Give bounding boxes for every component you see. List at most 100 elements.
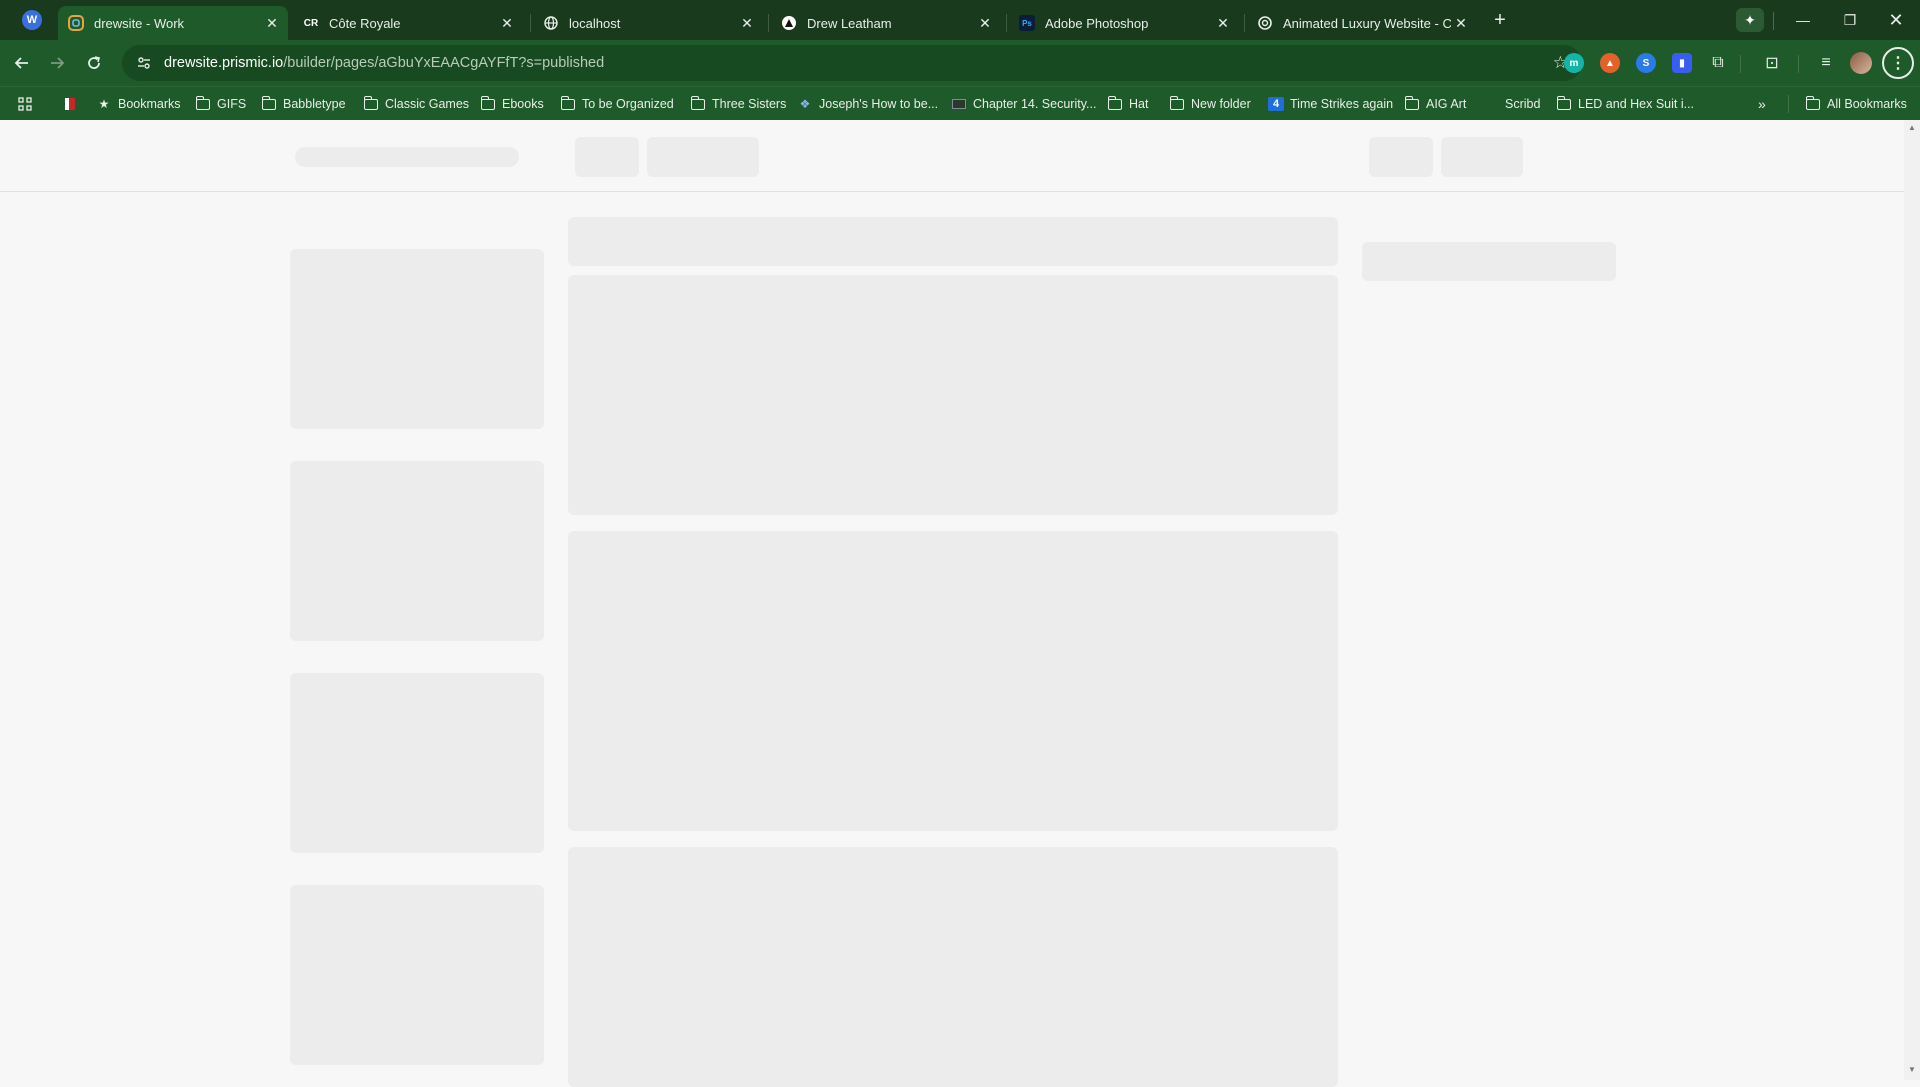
vertical-scrollbar[interactable]: ▲ ▼ (1904, 120, 1920, 1080)
tab-separator (768, 14, 769, 32)
bookmark-josephs[interactable]: ❖ Joseph's How to be... (797, 94, 939, 114)
close-window-button[interactable]: ✕ (1873, 6, 1919, 34)
folder-icon (363, 95, 378, 110)
close-tab-icon[interactable]: ✕ (1451, 13, 1471, 33)
tab-cote-royale[interactable]: CR Côte Royale ✕ (293, 6, 523, 40)
cr-logo-icon: CR (303, 17, 319, 29)
skeleton-sidebar-field (1362, 242, 1616, 281)
scroll-up-icon[interactable]: ▲ (1908, 124, 1916, 132)
bookmark-label: Babbletype (283, 97, 346, 111)
bookmark-ebooks[interactable]: Ebooks (480, 94, 544, 114)
folder-icon (261, 95, 276, 110)
tab-title: Côte Royale (329, 15, 401, 31)
triangle-logo-icon (781, 15, 797, 31)
bookmark-label: Classic Games (385, 97, 470, 111)
globe-icon (543, 15, 559, 31)
minimize-button[interactable]: — (1780, 6, 1826, 34)
folder-icon (480, 95, 495, 110)
skeleton-title (295, 147, 519, 167)
bookmark-led-hex[interactable]: LED and Hex Suit i... (1556, 94, 1694, 114)
reload-icon (88, 56, 100, 69)
profile-badge[interactable]: W (22, 10, 42, 30)
extension-bookmark-icon[interactable]: ▮ (1672, 53, 1692, 73)
extensions-puzzle-icon[interactable]: ⧉ (1706, 51, 1730, 75)
reload-button[interactable] (80, 49, 108, 77)
skeleton-thumbnail (290, 885, 544, 1065)
separator (1798, 55, 1799, 73)
bookmark-classic-games[interactable]: Classic Games (363, 94, 470, 114)
tab-localhost[interactable]: localhost ✕ (533, 6, 763, 40)
folder-icon (1107, 95, 1122, 110)
bookmark-babbletype[interactable]: Babbletype (261, 94, 346, 114)
bookmark-label: Chapter 14. Security... (973, 97, 1097, 111)
book-icon (951, 97, 967, 111)
tab-title: Animated Luxury Website - Cou (1283, 15, 1451, 31)
skeleton-thumbnail (290, 461, 544, 641)
bookmark-time-strikes[interactable]: 4 Time Strikes again (1268, 94, 1393, 114)
folder-icon (1169, 95, 1184, 110)
tab-title: Drew Leatham (807, 15, 892, 31)
all-bookmarks-button[interactable]: All Bookmarks (1805, 94, 1907, 114)
extension-s-icon[interactable]: S (1636, 53, 1656, 73)
forward-button[interactable] (43, 49, 71, 77)
tab-title: localhost (569, 15, 621, 31)
extension-m-icon[interactable]: m (1564, 53, 1584, 73)
apps-grid-icon[interactable] (18, 94, 32, 114)
bookmark-label: New folder (1191, 97, 1251, 111)
sparkle-icon[interactable]: ✦ (1736, 8, 1764, 32)
tab-drewsite[interactable]: drewsite - Work ✕ (58, 6, 288, 40)
folder-icon (1404, 95, 1419, 110)
separator (1740, 55, 1741, 73)
browser-toolbar: drewsite.prismic.io/builder/pages/aGbuYx… (0, 40, 1920, 86)
url-text[interactable]: drewsite.prismic.io/builder/pages/aGbuYx… (164, 55, 604, 71)
tab-title: Adobe Photoshop (1045, 15, 1149, 31)
skeleton-button (647, 137, 759, 177)
bookmark-label: Hat (1129, 97, 1149, 111)
bookmark-to-be-organized[interactable]: To be Organized (560, 94, 674, 114)
bookmark-gifs[interactable]: GIFS (195, 94, 246, 114)
restore-button[interactable]: ❐ (1827, 6, 1873, 34)
separator (1773, 12, 1774, 30)
bookmark-label: Scribd (1505, 97, 1541, 111)
profile-avatar[interactable] (1850, 52, 1872, 74)
tab-animated-luxury[interactable]: Animated Luxury Website - Cou ✕ (1247, 6, 1477, 40)
bookmark-bookmarks[interactable]: ★ Bookmarks (96, 94, 181, 114)
skeleton-button (1369, 137, 1433, 177)
close-tab-icon[interactable]: ✕ (497, 13, 517, 33)
separator (1788, 95, 1789, 113)
prismic-icon (68, 15, 84, 31)
browser-menu-button[interactable]: ⋮ (1882, 47, 1914, 79)
close-tab-icon[interactable]: ✕ (737, 13, 757, 33)
tab-drew-leatham[interactable]: Drew Leatham ✕ (771, 6, 1001, 40)
bookmark-aig-art[interactable]: AIG Art (1404, 94, 1466, 114)
folder-icon (195, 95, 210, 110)
address-bar[interactable]: drewsite.prismic.io/builder/pages/aGbuYx… (122, 45, 1582, 81)
bookmark-three-sisters[interactable]: Three Sisters (690, 94, 786, 114)
bookmark-flag[interactable] (62, 94, 84, 114)
folder-icon (1556, 95, 1571, 110)
skeleton-block (568, 847, 1338, 1087)
bookmarks-bar: ★ Bookmarks GIFS Babbletype Classic Games… (0, 86, 1920, 120)
bookmark-hat[interactable]: Hat (1107, 94, 1149, 114)
flag-icon (62, 97, 78, 111)
skeleton-block (568, 275, 1338, 515)
extension-fox-icon[interactable]: ▲ (1600, 53, 1620, 73)
bookmark-new-folder[interactable]: New folder (1169, 94, 1251, 114)
cast-search-icon[interactable]: ⊡ (1760, 51, 1784, 75)
back-button[interactable] (8, 49, 36, 77)
media-queue-icon[interactable]: ≡ (1814, 51, 1838, 75)
photoshop-icon: Ps (1019, 15, 1035, 31)
more-bookmarks-button[interactable]: » (1758, 94, 1766, 114)
scroll-down-icon[interactable]: ▼ (1908, 1066, 1916, 1074)
arrow-left-icon (14, 57, 28, 69)
close-tab-icon[interactable]: ✕ (262, 13, 282, 33)
close-tab-icon[interactable]: ✕ (1213, 13, 1233, 33)
skeleton-thumbnail (290, 249, 544, 429)
tab-adobe-photoshop[interactable]: Ps Adobe Photoshop ✕ (1009, 6, 1239, 40)
skeleton-button (575, 137, 639, 177)
close-tab-icon[interactable]: ✕ (975, 13, 995, 33)
bookmark-scribd[interactable]: Scribd (1505, 94, 1540, 114)
new-tab-button[interactable]: + (1488, 8, 1512, 32)
site-settings-icon[interactable] (134, 53, 154, 73)
bookmark-chapter-14[interactable]: Chapter 14. Security... (951, 94, 1096, 114)
